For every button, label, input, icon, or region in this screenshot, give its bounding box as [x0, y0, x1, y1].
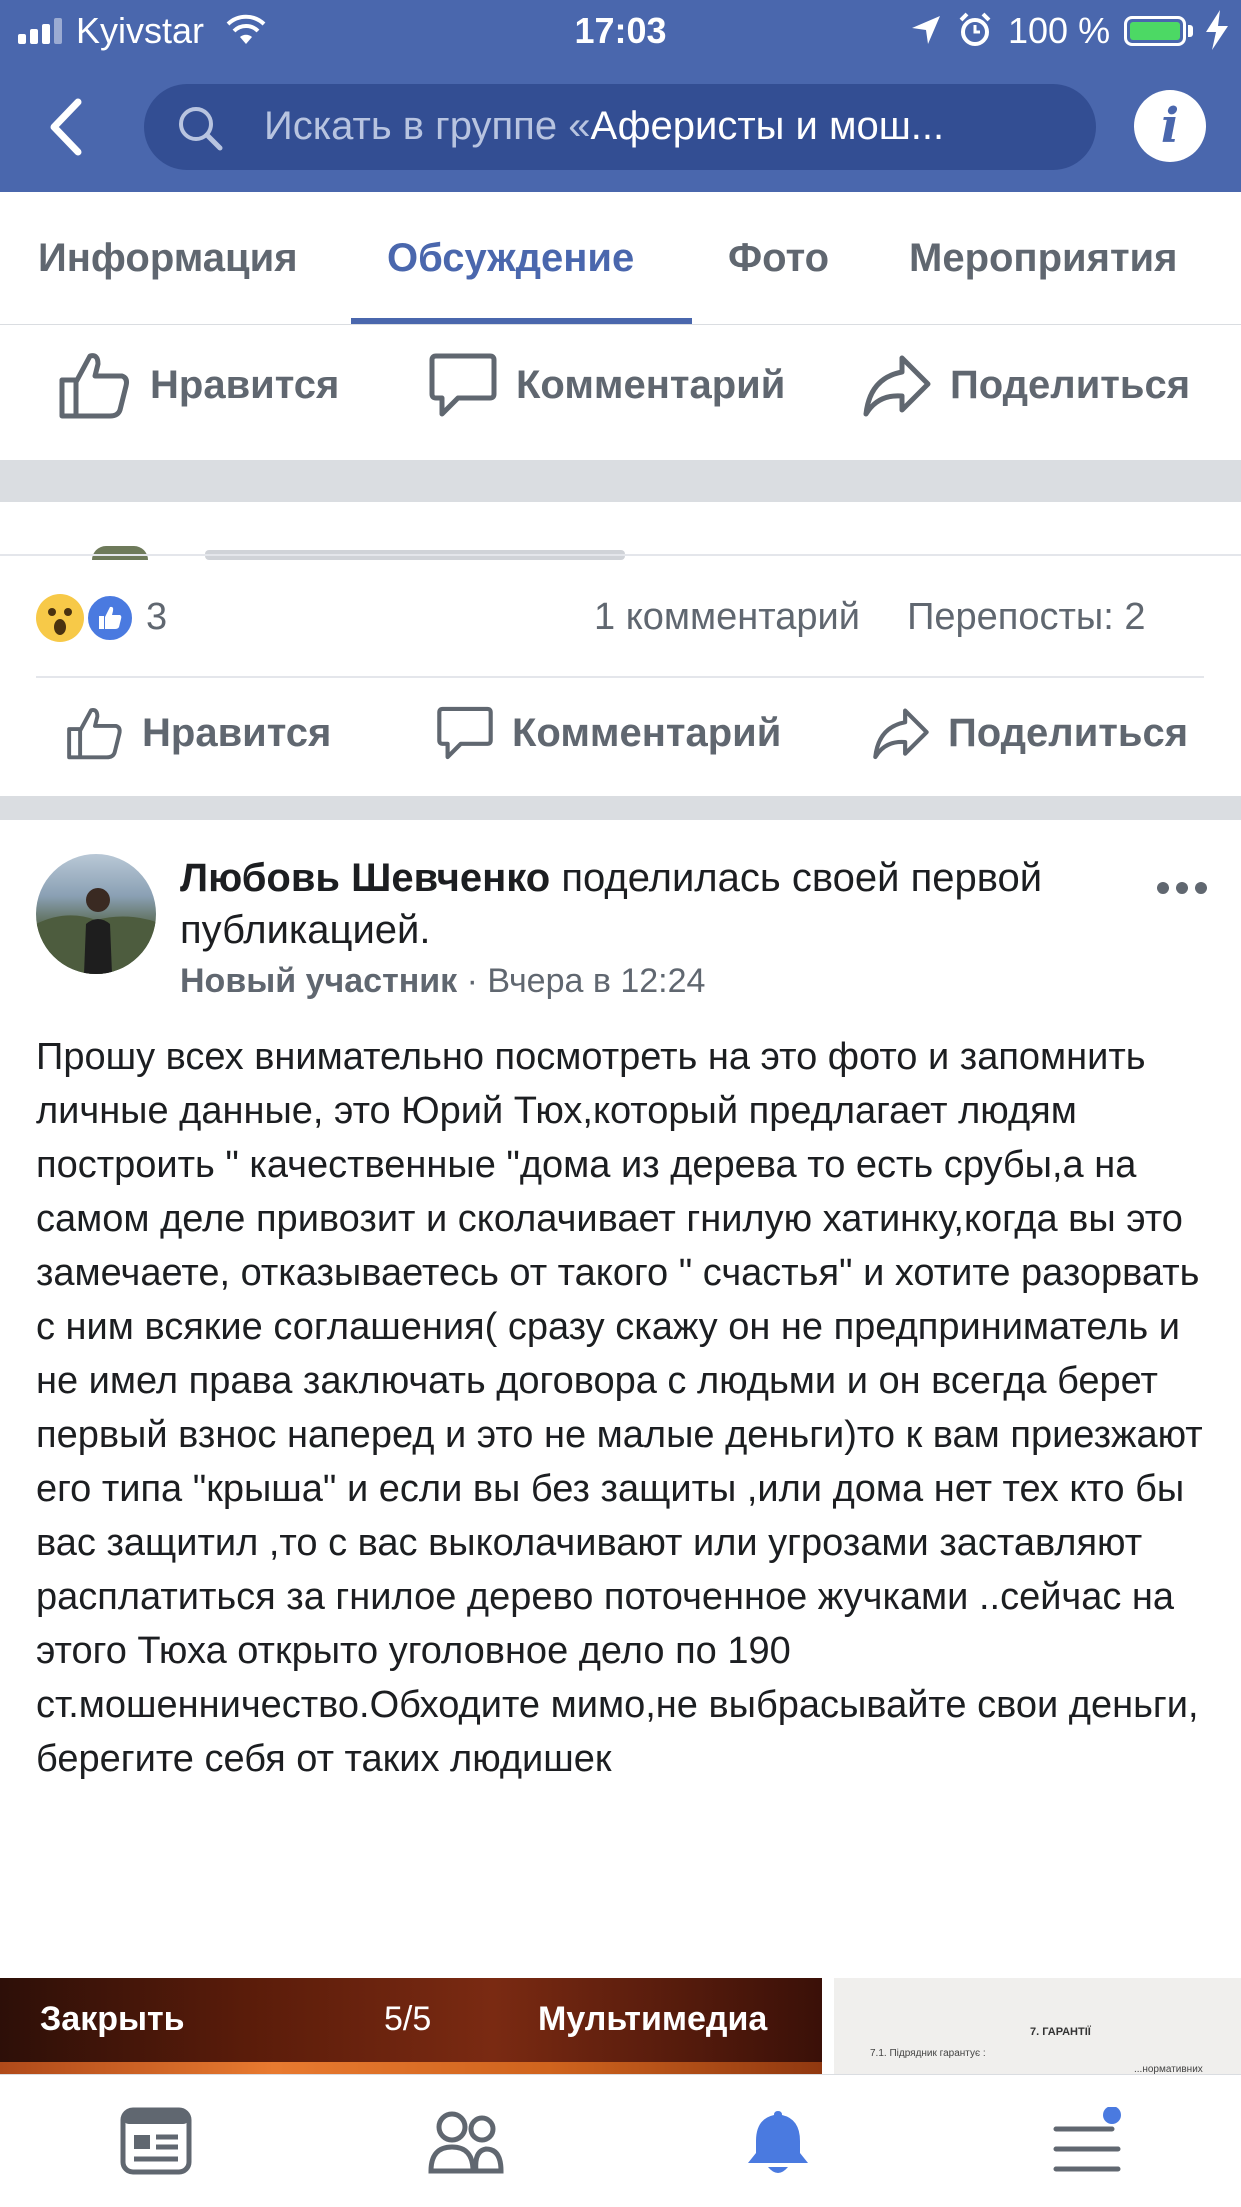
actions-divider [36, 676, 1204, 678]
shares-count-link[interactable]: Перепосты: 2 [907, 596, 1145, 638]
close-media-button[interactable]: Закрыть [40, 2000, 185, 2039]
battery-tip [1188, 25, 1193, 37]
multimedia-button[interactable]: Мультимедиа [538, 2000, 767, 2039]
doc-line: 7.1. Підрядник гарантує : [870, 2048, 986, 2059]
share-button[interactable]: Поделиться [872, 704, 1188, 762]
tab-news-feed[interactable] [120, 2107, 192, 2180]
like-button[interactable]: Нравится [66, 704, 331, 762]
more-dots-icon [1157, 882, 1207, 894]
tab-notifications[interactable] [742, 2107, 814, 2184]
member-badge: Новый участник [180, 962, 458, 1000]
location-arrow-icon [912, 16, 940, 44]
comment-button[interactable]: Комментарий [436, 704, 781, 762]
notifications-bell-icon [748, 2111, 808, 2173]
charging-bolt-icon [1206, 10, 1228, 50]
bottom-tab-bar [0, 2074, 1241, 2207]
share-label: Поделиться [948, 710, 1189, 755]
friends-icon [428, 2111, 504, 2174]
post-options-button[interactable] [1156, 880, 1208, 901]
comment-label-top: Комментарий [516, 362, 786, 407]
back-button[interactable] [38, 92, 98, 162]
battery-icon [1124, 16, 1186, 46]
avatar-photo [36, 888, 156, 974]
comment-bubble-icon [429, 353, 497, 417]
like-reaction-icon [86, 594, 134, 642]
chevron-left-icon [50, 98, 82, 156]
tab-information[interactable]: Информация [38, 236, 298, 281]
media-counter: 5/5 [384, 2000, 432, 2038]
author-avatar[interactable] [36, 854, 156, 974]
group-search-field[interactable]: Искать в группе «Аферисты и мош... [144, 84, 1096, 170]
media-viewer-bar: Закрыть 5/5 Мультимедиа [0, 1978, 822, 2062]
thumbs-up-icon [59, 353, 129, 419]
comment-button-top[interactable]: Комментарий [428, 350, 785, 420]
like-button-top[interactable]: Нравится [58, 350, 339, 420]
post-body-text: Прошу всех внимательно посмотреть на это… [36, 1036, 1203, 1780]
thumbs-up-icon [67, 708, 122, 760]
share-label-top: Поделиться [950, 362, 1191, 407]
tab-friends[interactable] [428, 2107, 504, 2180]
search-group-name: Аферисты и мош... [590, 104, 945, 148]
comment-bubble-icon [437, 706, 493, 760]
search-text: Искать в группе «Аферисты и мош... [264, 104, 944, 149]
menu-badge-dot [1103, 2106, 1121, 2124]
alarm-clock-icon [959, 12, 991, 46]
status-bar: Kyivstar 17:03 100 % [0, 0, 1241, 62]
author-name-link[interactable]: Любовь Шевченко [180, 856, 550, 900]
post-timestamp[interactable]: Вчера в 12:24 [487, 962, 705, 1000]
subtitle-separator: · [466, 962, 478, 1000]
tab-photos[interactable]: Фото [728, 236, 829, 281]
search-placeholder: Искать в группе « [264, 104, 591, 148]
tab-menu[interactable] [1052, 2106, 1128, 2180]
like-label: Нравится [142, 710, 332, 755]
info-icon: i [1160, 98, 1180, 154]
doc-heading: 7. ГАРАНТІЇ [1030, 2026, 1091, 2038]
feed-separator [0, 460, 1241, 502]
search-icon [179, 107, 223, 151]
share-arrow-icon [863, 355, 931, 417]
group-tabs: Информация Обсуждение Фото Мероприятия [0, 192, 1241, 325]
group-info-button[interactable]: i [1134, 90, 1206, 162]
active-tab-indicator [351, 318, 692, 324]
doc-line-2: ...нормативних умовами [1134, 2064, 1203, 2074]
document-photo-thumbnail[interactable]: 7. ГАРАНТІЇ 7.1. Підрядник гарантує : ..… [834, 1978, 1241, 2074]
menu-icon [1053, 2106, 1121, 2172]
tab-discussion[interactable]: Обсуждение [387, 236, 634, 281]
tab-events[interactable]: Мероприятия [909, 236, 1177, 281]
media-viewer-strip[interactable]: Закрыть 5/5 Мультимедиа [0, 1978, 822, 2074]
post-subtitle: Новый участник · Вчера в 12:24 [180, 962, 705, 1001]
photo-preview [0, 2062, 822, 2074]
battery-percent: 100 % [1008, 10, 1111, 51]
feed-separator [0, 796, 1241, 820]
comments-count-link[interactable]: 1 комментарий [594, 596, 860, 638]
share-arrow-icon [873, 708, 929, 760]
comment-label: Комментарий [512, 710, 782, 755]
like-label-top: Нравится [150, 362, 340, 407]
news-feed-icon [120, 2107, 192, 2175]
share-button-top[interactable]: Поделиться [862, 350, 1190, 420]
cut-off-avatar [92, 546, 148, 560]
reactions-count: 3 [146, 596, 168, 638]
post-engagement-meta: 1 комментарий Перепосты: 2 [594, 596, 1145, 639]
wow-reaction-icon [36, 594, 84, 642]
header-shadow-line [0, 554, 1241, 556]
post-header: Любовь Шевченко поделилась своей первой … [180, 852, 1100, 956]
